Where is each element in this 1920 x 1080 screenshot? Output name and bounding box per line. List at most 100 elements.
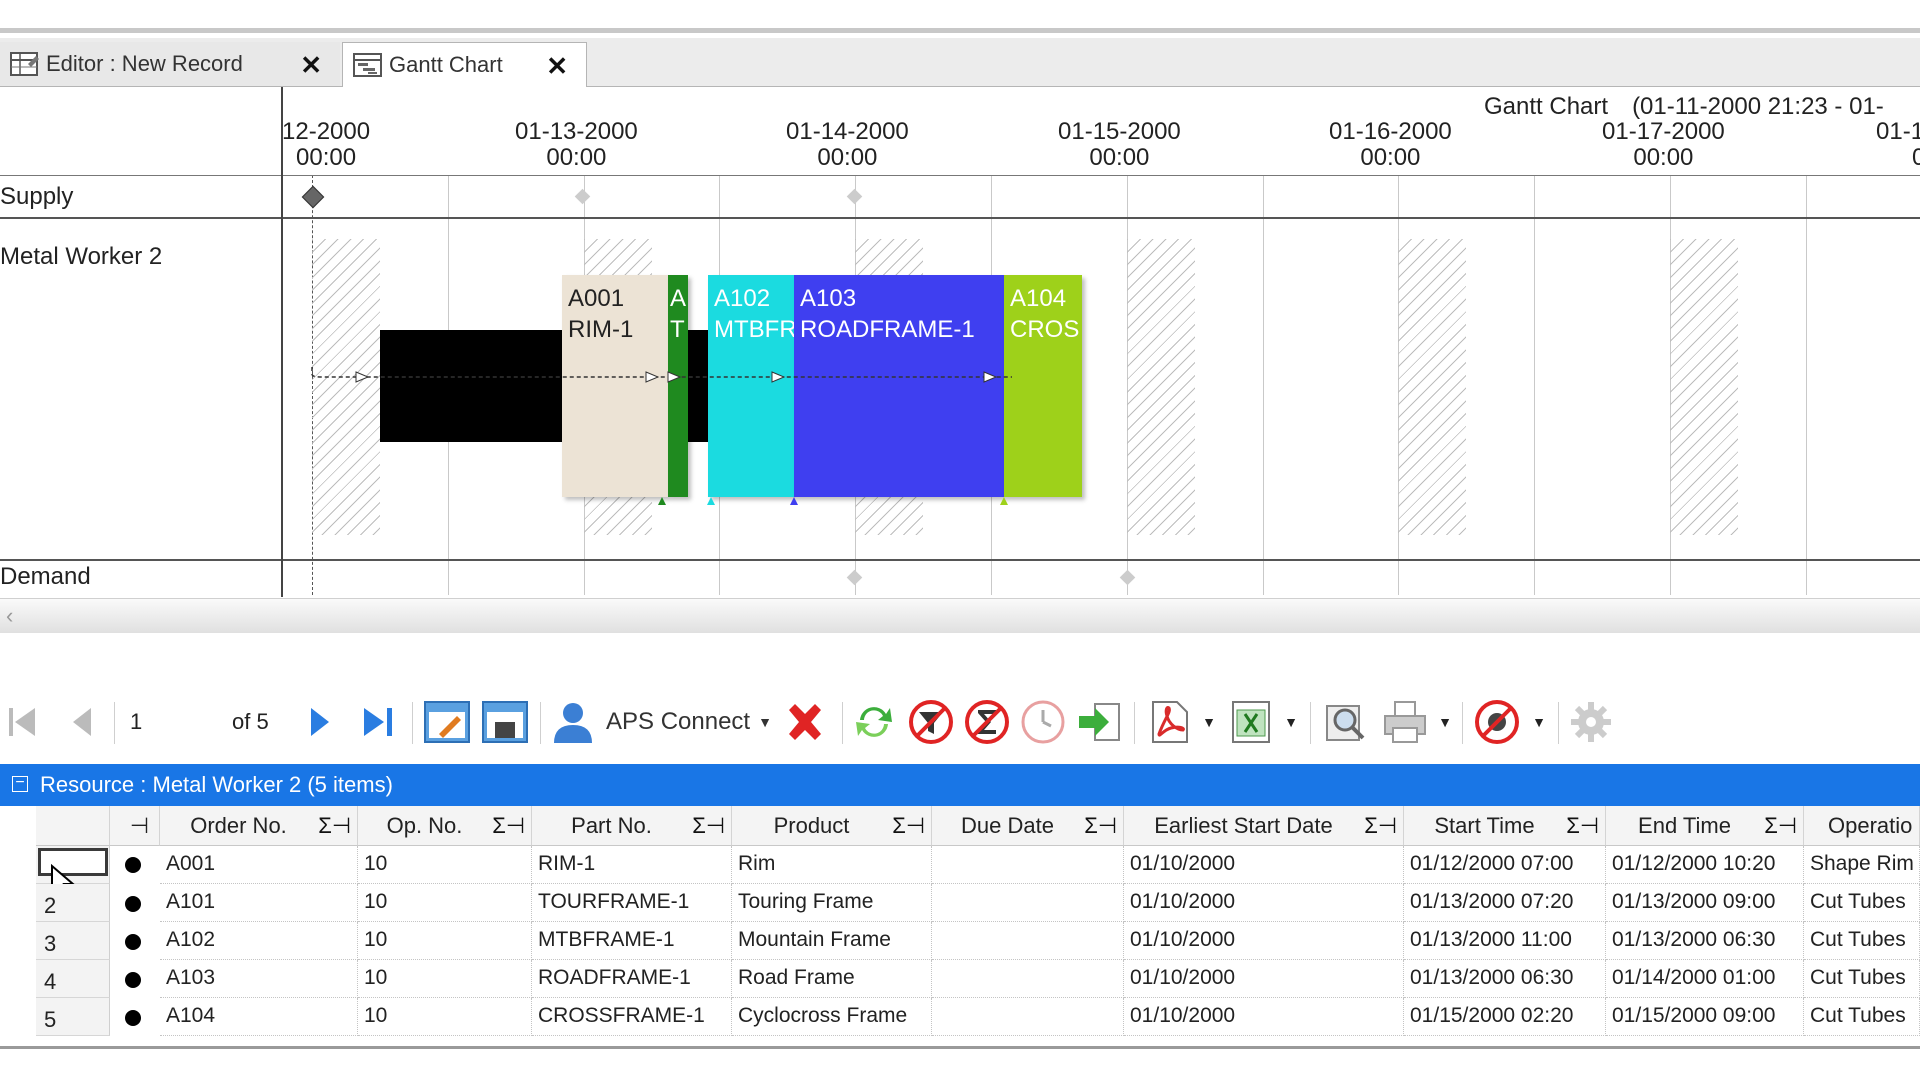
cell-part-no[interactable]: CROSSFRAME-1 [532,998,732,1036]
column-header-part-no[interactable]: Part No. Σ⊣ [532,806,732,846]
chevron-down-icon[interactable]: ▼ [758,714,772,730]
cell-order-no[interactable]: A001 [160,846,358,884]
supply-marker[interactable] [574,188,591,205]
page-number-input[interactable]: 1 [118,700,240,744]
row-number[interactable]: 4 [36,960,110,998]
column-header-product[interactable]: Product Σ⊣ [732,806,932,846]
cell-start-time[interactable]: 01/15/2000 02:20 [1404,998,1606,1036]
previous-page-button[interactable] [64,698,100,746]
row-number[interactable]: 2 [36,884,110,922]
cell-start-time[interactable]: 01/12/2000 07:00 [1404,846,1606,884]
cell-op-no[interactable]: 10 [358,846,532,884]
cell-end-time[interactable]: 01/13/2000 09:00 [1606,884,1804,922]
cell-part-no[interactable]: TOURFRAME-1 [532,884,732,922]
column-header-due-date[interactable]: Due Date Σ⊣ [932,806,1124,846]
data-grid[interactable]: ⊣ Order No. Σ⊣ Op. No. Σ⊣ Part No. Σ⊣ Produ… [0,806,1920,1046]
chevron-down-icon[interactable]: ▼ [1200,698,1218,746]
cell-operation[interactable]: Cut Tubes [1804,884,1920,922]
collapse-icon[interactable]: − [12,775,28,792]
export-excel-button[interactable] [1226,698,1276,746]
cell-order-no[interactable]: A101 [160,884,358,922]
edit-record-button[interactable] [422,698,472,746]
horizontal-scrollbar[interactable]: ‹ [0,598,1920,633]
chevron-down-icon[interactable]: ▼ [1436,698,1454,746]
print-button[interactable] [1380,698,1430,746]
next-page-button[interactable] [302,698,338,746]
cell-end-time[interactable]: 01/13/2000 06:30 [1606,922,1804,960]
column-header-order-no[interactable]: Order No. Σ⊣ [160,806,358,846]
cell-operation[interactable]: Cut Tubes [1804,922,1920,960]
chevron-down-icon[interactable]: ▼ [1282,698,1300,746]
sum-pin-icon[interactable]: Σ⊣ [492,806,525,845]
demand-marker[interactable] [1119,569,1136,586]
clear-filter-button[interactable] [906,698,956,746]
cell-end-time[interactable]: 01/15/2000 09:00 [1606,998,1804,1036]
cell-due-date[interactable] [932,846,1124,884]
cell-op-no[interactable]: 10 [358,960,532,998]
disable-button[interactable] [1472,698,1522,746]
sum-pin-icon[interactable]: Σ⊣ [1084,806,1117,845]
pin-icon[interactable]: ⊣ [130,806,149,845]
pin-column-header[interactable]: ⊣ [110,806,160,846]
cell-op-no[interactable]: 10 [358,998,532,1036]
cell-earliest-start[interactable]: 01/10/2000 [1124,998,1404,1036]
delete-button[interactable] [780,698,830,746]
cell-operation[interactable]: Cut Tubes [1804,960,1920,998]
chevron-down-icon[interactable]: ▼ [1530,698,1548,746]
column-header-op-no[interactable]: Op. No. Σ⊣ [358,806,532,846]
refresh-button[interactable] [850,698,898,746]
cell-end-time[interactable]: 01/14/2000 01:00 [1606,960,1804,998]
sum-pin-icon[interactable]: Σ⊣ [318,806,351,845]
supply-marker[interactable] [301,185,325,209]
aps-connect-button[interactable]: APS Connect ▼ [550,698,772,746]
export-pdf-button[interactable] [1144,698,1194,746]
cell-part-no[interactable]: MTBFRAME-1 [532,922,732,960]
cell-earliest-start[interactable]: 01/10/2000 [1124,884,1404,922]
cell-part-no[interactable]: ROADFRAME-1 [532,960,732,998]
row-number[interactable]: 3 [36,922,110,960]
cell-product[interactable]: Rim [732,846,932,884]
print-preview-button[interactable] [1320,698,1370,746]
cell-product[interactable]: Cyclocross Frame [732,998,932,1036]
cell-earliest-start[interactable]: 01/10/2000 [1124,846,1404,884]
cell-earliest-start[interactable]: 01/10/2000 [1124,922,1404,960]
demand-marker[interactable] [846,569,863,586]
row-label-resource[interactable]: Metal Worker 2 [0,243,162,271]
schedule-button[interactable] [1018,698,1068,746]
column-header-end-time[interactable]: End Time Σ⊣ [1606,806,1804,846]
export-button[interactable] [1074,698,1124,746]
cell-due-date[interactable] [932,960,1124,998]
cell-due-date[interactable] [932,922,1124,960]
sum-pin-icon[interactable]: Σ⊣ [892,806,925,845]
cell-op-no[interactable]: 10 [358,884,532,922]
sum-pin-icon[interactable]: Σ⊣ [1566,806,1599,845]
sum-pin-icon[interactable]: Σ⊣ [692,806,725,845]
tab-editor-new-record[interactable]: Editor : New Record ✕ [0,42,340,86]
supply-marker[interactable] [846,188,863,205]
cell-end-time[interactable]: 01/12/2000 10:20 [1606,846,1804,884]
save-record-button[interactable] [480,698,530,746]
cell-operation[interactable]: Shape Rim [1804,846,1920,884]
sum-pin-icon[interactable]: Σ⊣ [1364,806,1397,845]
clear-summary-button[interactable] [962,698,1012,746]
cell-order-no[interactable]: A103 [160,960,358,998]
cell-start-time[interactable]: 01/13/2000 07:20 [1404,884,1606,922]
cell-operation[interactable]: Cut Tubes [1804,998,1920,1036]
cell-order-no[interactable]: A104 [160,998,358,1036]
cell-due-date[interactable] [932,998,1124,1036]
column-header-start-time[interactable]: Start Time Σ⊣ [1404,806,1606,846]
cell-due-date[interactable] [932,884,1124,922]
first-page-button[interactable] [4,698,40,746]
close-icon[interactable]: ✕ [300,50,322,81]
cell-product[interactable]: Mountain Frame [732,922,932,960]
cell-product[interactable]: Road Frame [732,960,932,998]
tab-gantt-chart[interactable]: Gantt Chart ✕ [342,42,587,87]
settings-button[interactable] [1566,698,1616,746]
scroll-left-icon[interactable]: ‹ [6,603,13,629]
cell-earliest-start[interactable]: 01/10/2000 [1124,960,1404,998]
cell-start-time[interactable]: 01/13/2000 11:00 [1404,922,1606,960]
last-page-button[interactable] [358,698,398,746]
cell-start-time[interactable]: 01/13/2000 06:30 [1404,960,1606,998]
cell-part-no[interactable]: RIM-1 [532,846,732,884]
row-number[interactable]: 5 [36,998,110,1036]
